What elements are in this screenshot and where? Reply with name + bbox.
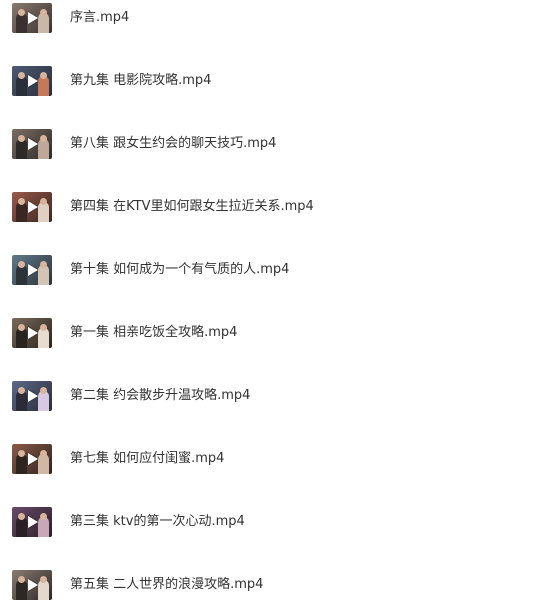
- thumbnail-figure-head: [18, 135, 25, 142]
- file-row[interactable]: 第三集 ktv的第一次心动.mp4: [0, 504, 549, 544]
- file-row[interactable]: 第七集 如何应付闺蜜.mp4: [0, 441, 549, 481]
- file-name[interactable]: 第一集 相亲吃饭全攻略.mp4: [70, 324, 237, 342]
- thumbnail-figure-head: [18, 513, 25, 520]
- thumbnail-figure: [38, 580, 49, 600]
- video-thumbnail[interactable]: [12, 507, 52, 537]
- video-thumbnail[interactable]: [12, 66, 52, 96]
- thumbnail-figure: [16, 454, 27, 474]
- thumbnail-figure: [16, 13, 27, 33]
- thumbnail-figure-head: [40, 198, 47, 205]
- thumbnail-figure: [38, 202, 49, 222]
- play-icon: [28, 264, 38, 276]
- thumbnail-figure-head: [18, 261, 25, 268]
- file-row[interactable]: 第九集 电影院攻略.mp4: [0, 63, 549, 103]
- thumbnail-figure: [16, 202, 27, 222]
- thumbnail-figure: [16, 265, 27, 285]
- thumbnail-figure-head: [18, 9, 25, 16]
- play-icon: [28, 579, 38, 591]
- play-icon: [28, 201, 38, 213]
- play-icon: [28, 453, 38, 465]
- video-thumbnail[interactable]: [12, 381, 52, 411]
- thumbnail-figure: [38, 13, 49, 33]
- file-name[interactable]: 第四集 在KTV里如何跟女生拉近关系.mp4: [70, 198, 314, 216]
- video-thumbnail[interactable]: [12, 444, 52, 474]
- file-row[interactable]: 第八集 跟女生约会的聊天技巧.mp4: [0, 126, 549, 166]
- file-name[interactable]: 第八集 跟女生约会的聊天技巧.mp4: [70, 135, 276, 153]
- thumbnail-figure: [16, 580, 27, 600]
- play-icon: [28, 75, 38, 87]
- thumbnail-figure: [38, 139, 49, 159]
- file-name[interactable]: 第九集 电影院攻略.mp4: [70, 72, 211, 90]
- play-icon: [28, 327, 38, 339]
- file-row[interactable]: 第一集 相亲吃饭全攻略.mp4: [0, 315, 549, 355]
- play-icon: [28, 12, 38, 24]
- thumbnail-figure-head: [40, 324, 47, 331]
- thumbnail-figure: [38, 391, 49, 411]
- video-thumbnail[interactable]: [12, 3, 52, 33]
- file-row[interactable]: 第五集 二人世界的浪漫攻略.mp4: [0, 567, 549, 607]
- thumbnail-figure: [16, 517, 27, 537]
- video-file-list: 序言.mp4 第九集 电影院攻略.mp4 第八集 跟女生约会的聊天技巧.mp4 …: [0, 0, 549, 613]
- thumbnail-figure-head: [18, 72, 25, 79]
- file-row[interactable]: 第四集 在KTV里如何跟女生拉近关系.mp4: [0, 189, 549, 229]
- thumbnail-figure: [38, 76, 49, 96]
- thumbnail-figure: [16, 76, 27, 96]
- file-name[interactable]: 第七集 如何应付闺蜜.mp4: [70, 450, 224, 468]
- thumbnail-figure: [16, 391, 27, 411]
- thumbnail-figure-head: [40, 72, 47, 79]
- thumbnail-figure: [38, 328, 49, 348]
- video-thumbnail[interactable]: [12, 570, 52, 600]
- thumbnail-figure-head: [40, 387, 47, 394]
- thumbnail-figure-head: [40, 576, 47, 583]
- file-name[interactable]: 第三集 ktv的第一次心动.mp4: [70, 513, 245, 531]
- file-name[interactable]: 第二集 约会散步升温攻略.mp4: [70, 387, 250, 405]
- thumbnail-figure-head: [18, 198, 25, 205]
- file-name[interactable]: 第十集 如何成为一个有气质的人.mp4: [70, 261, 289, 279]
- thumbnail-figure-head: [18, 387, 25, 394]
- video-thumbnail[interactable]: [12, 129, 52, 159]
- file-name[interactable]: 序言.mp4: [70, 9, 129, 27]
- file-row[interactable]: 第十集 如何成为一个有气质的人.mp4: [0, 252, 549, 292]
- thumbnail-figure-head: [40, 9, 47, 16]
- thumbnail-figure-head: [40, 135, 47, 142]
- thumbnail-figure-head: [18, 450, 25, 457]
- thumbnail-figure-head: [40, 450, 47, 457]
- thumbnail-figure: [38, 517, 49, 537]
- thumbnail-figure-head: [40, 261, 47, 268]
- file-name[interactable]: 第五集 二人世界的浪漫攻略.mp4: [70, 576, 263, 594]
- thumbnail-figure-head: [18, 324, 25, 331]
- video-thumbnail[interactable]: [12, 255, 52, 285]
- play-icon: [28, 138, 38, 150]
- play-icon: [28, 516, 38, 528]
- thumbnail-figure-head: [40, 513, 47, 520]
- thumbnail-figure-head: [18, 576, 25, 583]
- video-thumbnail[interactable]: [12, 192, 52, 222]
- thumbnail-figure: [16, 328, 27, 348]
- play-icon: [28, 390, 38, 402]
- thumbnail-figure: [38, 454, 49, 474]
- thumbnail-figure: [16, 139, 27, 159]
- video-thumbnail[interactable]: [12, 318, 52, 348]
- thumbnail-figure: [38, 265, 49, 285]
- file-row[interactable]: 序言.mp4: [0, 0, 549, 40]
- file-row[interactable]: 第二集 约会散步升温攻略.mp4: [0, 378, 549, 418]
